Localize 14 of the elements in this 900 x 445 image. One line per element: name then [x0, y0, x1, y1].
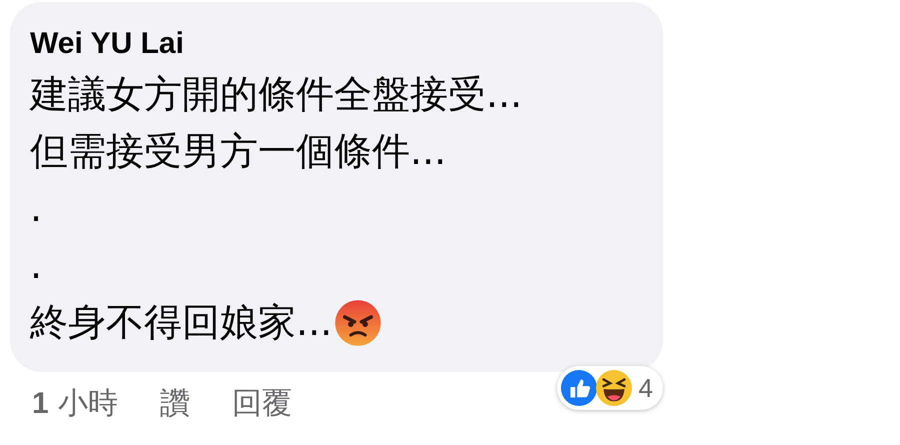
comment-text: .	[30, 185, 42, 232]
timestamp[interactable]: 1 小時	[32, 382, 118, 426]
author-name[interactable]: Wei YU Lai	[30, 24, 643, 64]
action-link[interactable]: 讚	[160, 382, 190, 426]
comment-text: 建議女方開的條件全盤接受...	[30, 71, 522, 118]
action-link[interactable]: 回覆	[232, 382, 292, 426]
angry-face-icon	[334, 298, 382, 346]
reaction-count: 4	[638, 372, 653, 404]
laughing-face-icon	[594, 369, 633, 407]
comment-text: .	[30, 242, 42, 289]
thumbs-up-icon	[560, 369, 598, 407]
comment-text: 終身不得回娘家...	[30, 299, 332, 346]
reaction-badge[interactable]: 4	[556, 366, 663, 410]
comment-text: 但需接受男方一個條件...	[30, 128, 446, 175]
